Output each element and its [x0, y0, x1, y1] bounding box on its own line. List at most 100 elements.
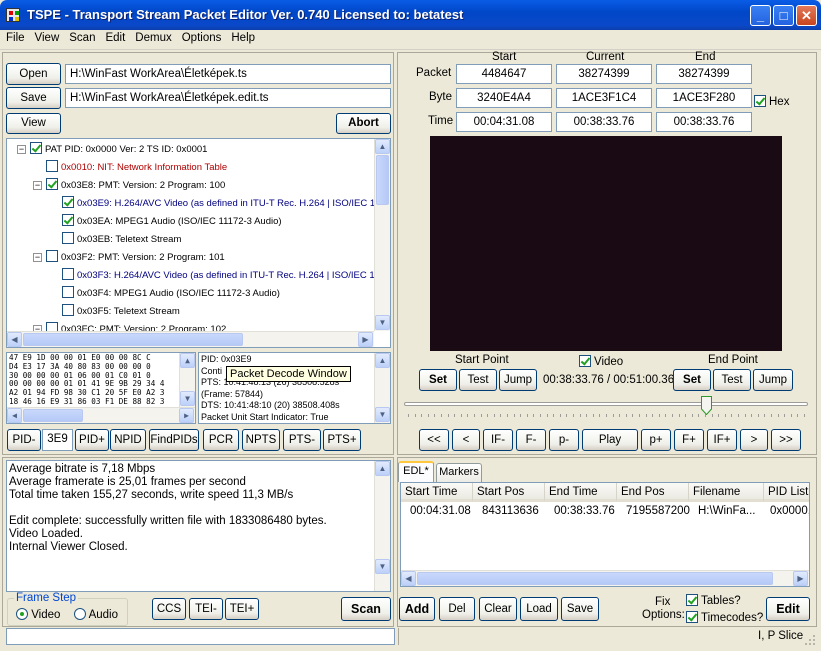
column-header[interactable]: Start Time: [401, 483, 473, 502]
radio-icon[interactable]: [74, 608, 86, 620]
collapse-icon[interactable]: −: [33, 181, 42, 190]
log-vscroll[interactable]: ▲ ▼: [374, 461, 390, 591]
audio-radio[interactable]: Audio: [74, 608, 118, 621]
tree-item[interactable]: − PAT PID: 0x0000 Ver: 2 TS ID: 0x0001: [17, 141, 207, 159]
scroll-up-icon[interactable]: ▲: [180, 353, 195, 368]
checkbox-icon[interactable]: [46, 250, 58, 262]
test-start-button[interactable]: Test: [459, 369, 497, 391]
transport-button[interactable]: >>: [771, 429, 801, 451]
fix-tables-checkbox[interactable]: Tables?: [686, 594, 741, 607]
npid-button[interactable]: NPID: [110, 429, 146, 451]
tab-edl[interactable]: EDL*: [398, 461, 434, 482]
time-end-field[interactable]: 00:38:33.76: [656, 112, 752, 132]
byte-start-field[interactable]: 3240E4A4: [456, 88, 552, 108]
video-checkbox[interactable]: Video: [579, 355, 623, 368]
scroll-up-icon[interactable]: ▲: [375, 461, 390, 476]
set-start-button[interactable]: Set: [419, 369, 457, 391]
scroll-thumb[interactable]: [23, 409, 83, 422]
column-header[interactable]: End Pos: [617, 483, 689, 502]
test-end-button[interactable]: Test: [713, 369, 751, 391]
packet-end-field[interactable]: 38274399: [656, 64, 752, 84]
tree-item[interactable]: 0x0010: NIT: Network Information Table: [33, 159, 227, 177]
minimize-button[interactable]: _: [750, 5, 771, 26]
menu-file[interactable]: File: [0, 30, 29, 44]
tree-item[interactable]: 0x03EB: Teletext Stream: [49, 231, 181, 249]
pid-next-button[interactable]: PID+: [75, 429, 109, 451]
checkbox-icon[interactable]: [62, 232, 74, 244]
pid-prev-button[interactable]: PID-: [7, 429, 41, 451]
tab-markers[interactable]: Markers: [436, 463, 482, 482]
set-end-button[interactable]: Set: [673, 369, 711, 391]
transport-button[interactable]: p-: [549, 429, 579, 451]
transport-button[interactable]: <<: [419, 429, 449, 451]
decode-vscroll[interactable]: ▲ ▼: [374, 353, 390, 423]
transport-button[interactable]: Play: [582, 429, 638, 451]
maximize-button[interactable]: □: [773, 5, 794, 26]
checkbox-icon[interactable]: [46, 160, 58, 172]
packet-start-field[interactable]: 4484647: [456, 64, 552, 84]
transport-button[interactable]: F+: [674, 429, 704, 451]
menu-scan[interactable]: Scan: [63, 30, 99, 44]
close-button[interactable]: ✕: [796, 5, 817, 26]
time-current-field[interactable]: 00:38:33.76: [556, 112, 652, 132]
view-button[interactable]: View: [6, 113, 61, 134]
jump-end-button[interactable]: Jump: [753, 369, 793, 391]
packet-current-field[interactable]: 38274399: [556, 64, 652, 84]
tree-vscroll[interactable]: ▲ ▼: [374, 139, 390, 331]
pts-next-button[interactable]: PTS+: [323, 429, 361, 451]
column-header[interactable]: Filename: [689, 483, 764, 502]
checkbox-icon[interactable]: [62, 304, 74, 316]
transport-button[interactable]: <: [452, 429, 480, 451]
time-start-field[interactable]: 00:04:31.08: [456, 112, 552, 132]
column-header[interactable]: PID List: [764, 483, 809, 502]
scroll-right-icon[interactable]: ▶: [358, 332, 373, 347]
scroll-up-icon[interactable]: ▲: [375, 353, 390, 368]
hex-vscroll[interactable]: ▲ ▼: [179, 353, 195, 407]
scroll-right-icon[interactable]: ▶: [793, 571, 808, 586]
open-path-field[interactable]: H:\WinFast WorkArea\Életképek.ts: [65, 64, 391, 84]
scroll-down-icon[interactable]: ▼: [375, 559, 390, 574]
menu-view[interactable]: View: [29, 30, 64, 44]
checkbox-icon[interactable]: [62, 196, 74, 208]
checkbox-icon[interactable]: [62, 268, 74, 280]
scroll-right-icon[interactable]: ▶: [179, 408, 194, 423]
scroll-up-icon[interactable]: ▲: [375, 139, 390, 154]
tree-item[interactable]: − 0x03F2: PMT: Version: 2 Program: 101: [33, 249, 225, 267]
npts-button[interactable]: NPTS: [242, 429, 280, 451]
find-pids-button[interactable]: FindPIDs: [149, 429, 199, 451]
checkbox-icon[interactable]: [579, 355, 591, 367]
checkbox-icon[interactable]: [46, 178, 58, 190]
video-radio[interactable]: Video: [16, 608, 60, 621]
byte-current-field[interactable]: 1ACE3F1C4: [556, 88, 652, 108]
edit-button[interactable]: Edit: [766, 597, 810, 621]
column-header[interactable]: Start Pos: [473, 483, 545, 502]
clear-button[interactable]: Clear: [479, 597, 517, 621]
save-edl-button[interactable]: Save: [561, 597, 599, 621]
menu-edit[interactable]: Edit: [99, 30, 129, 44]
scroll-down-icon[interactable]: ▼: [180, 391, 195, 406]
checkbox-icon[interactable]: [62, 214, 74, 226]
menu-options[interactable]: Options: [176, 30, 226, 44]
hex-checkbox[interactable]: Hex: [754, 95, 789, 108]
checkbox-icon[interactable]: [62, 286, 74, 298]
transport-button[interactable]: >: [740, 429, 768, 451]
column-header[interactable]: End Time: [545, 483, 617, 502]
scroll-thumb[interactable]: [417, 572, 773, 585]
menu-help[interactable]: Help: [225, 30, 259, 44]
save-path-field[interactable]: H:\WinFast WorkArea\Életképek.edit.ts: [65, 88, 391, 108]
byte-end-field[interactable]: 1ACE3F280: [656, 88, 752, 108]
tei-next-button[interactable]: TEI+: [225, 598, 259, 620]
packet-decode-window[interactable]: PID: 0x03E9 Conti PTS: 10:41:48:13 (26) …: [198, 352, 391, 424]
hex-dump[interactable]: 47 E9 1D 00 00 01 E0 00 00 8C C D4 E3 17…: [6, 352, 196, 424]
collapse-icon[interactable]: −: [17, 145, 26, 154]
hex-hscroll[interactable]: ◀ ▶: [7, 407, 195, 423]
load-button[interactable]: Load: [520, 597, 558, 621]
pts-prev-button[interactable]: PTS-: [283, 429, 321, 451]
scroll-left-icon[interactable]: ◀: [7, 332, 22, 347]
jump-start-button[interactable]: Jump: [499, 369, 537, 391]
ccs-button[interactable]: CCS: [152, 598, 186, 620]
edl-table[interactable]: Start Time Start Pos End Time End Pos Fi…: [400, 482, 810, 587]
checkbox-icon[interactable]: [686, 594, 698, 606]
radio-icon[interactable]: [16, 608, 28, 620]
transport-button[interactable]: p+: [641, 429, 671, 451]
